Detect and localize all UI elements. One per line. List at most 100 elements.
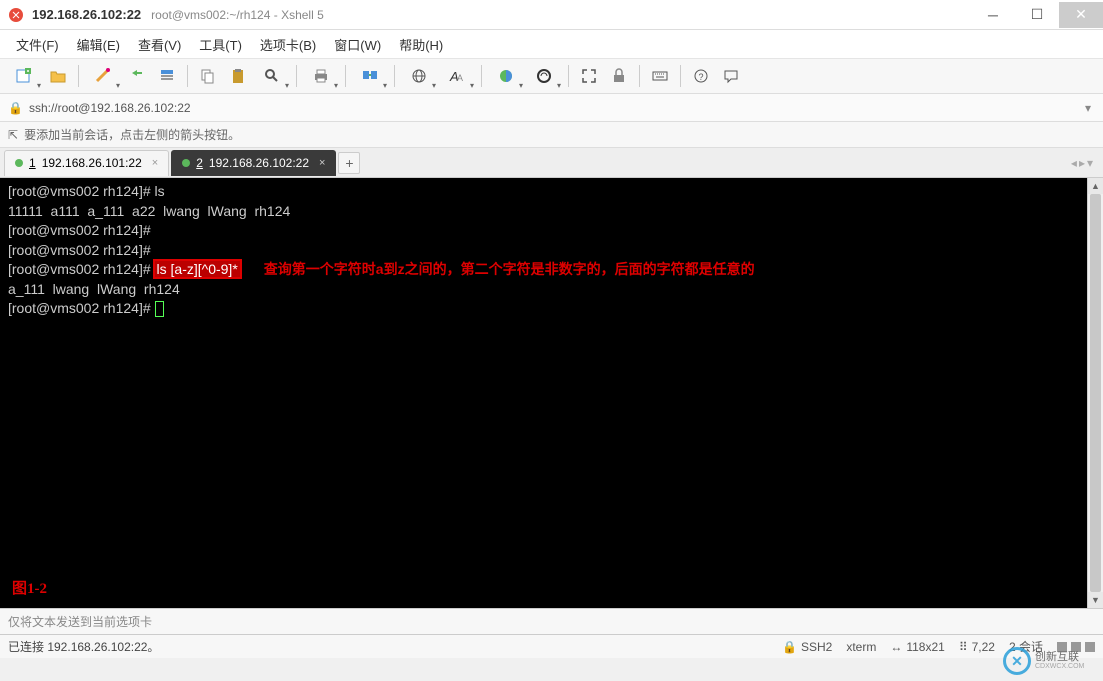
status-term: xterm bbox=[846, 640, 876, 654]
terminal-line: [root@vms002 rh124]# ls bbox=[8, 182, 1079, 202]
open-button[interactable] bbox=[44, 62, 72, 90]
maximize-button[interactable]: ☐ bbox=[1015, 2, 1059, 28]
addressbar: 🔒 ssh://root@192.168.26.102:22 ▾ bbox=[0, 94, 1103, 122]
lock-button[interactable] bbox=[605, 62, 633, 90]
close-button[interactable]: ✕ bbox=[1059, 2, 1103, 28]
tab-number: 2 bbox=[196, 156, 203, 170]
tabsbar: 1 192.168.26.101:22 × 2 192.168.26.102:2… bbox=[0, 148, 1103, 178]
svg-text:?: ? bbox=[699, 72, 704, 82]
add-session-arrow-icon[interactable]: ⇱ bbox=[8, 128, 18, 142]
scroll-down-icon[interactable]: ▼ bbox=[1088, 592, 1103, 608]
status-size: ↔118x21 bbox=[890, 640, 944, 654]
find-button[interactable] bbox=[254, 62, 290, 90]
tab-close-icon[interactable]: × bbox=[319, 157, 325, 169]
terminal-line: [root@vms002 rh124]# bbox=[8, 221, 1079, 241]
menu-help[interactable]: 帮助(H) bbox=[393, 32, 449, 57]
cursor-pos-icon: ⠿ bbox=[959, 640, 968, 654]
terminal-line: [root@vms002 rh124]# ls [a-z][^0-9]* 查询第一… bbox=[8, 260, 1079, 280]
menubar: 文件(F) 编辑(E) 查看(V) 工具(T) 选项卡(B) 窗口(W) 帮助(… bbox=[0, 30, 1103, 58]
session-tab-active[interactable]: 2 192.168.26.102:22 × bbox=[171, 150, 336, 176]
toolbar-separator bbox=[187, 65, 188, 87]
menu-window[interactable]: 窗口(W) bbox=[328, 32, 387, 57]
terminal-line: a_111 lwang lWang rh124 bbox=[8, 280, 1079, 300]
toolbar-separator bbox=[394, 65, 395, 87]
tab-label: 192.168.26.102:22 bbox=[209, 156, 309, 170]
help-button[interactable]: ? bbox=[687, 62, 715, 90]
annotation-text: 查询第一个字符时a到z之间的，第二个字符是非数字的，后面的字符都是任意的 bbox=[264, 261, 755, 277]
chat-button[interactable] bbox=[717, 62, 745, 90]
reconnect-button[interactable] bbox=[123, 62, 151, 90]
print-button[interactable] bbox=[303, 62, 339, 90]
status-cursor: ⠿7,22 bbox=[959, 640, 995, 654]
add-tab-button[interactable]: + bbox=[338, 152, 360, 174]
transfer-button[interactable] bbox=[352, 62, 388, 90]
watermark-text: 创新互联 CDXWCX.COM bbox=[1035, 651, 1084, 671]
hintbar: ⇱ 要添加当前会话，点击左侧的箭头按钮。 bbox=[0, 122, 1103, 148]
figure-label: 图1-2 bbox=[12, 577, 47, 598]
cursor-icon bbox=[155, 301, 164, 317]
lock-icon: 🔒 bbox=[782, 640, 797, 654]
toolbar-separator bbox=[481, 65, 482, 87]
svg-text:A: A bbox=[457, 73, 463, 83]
copy-button[interactable] bbox=[194, 62, 222, 90]
menu-view[interactable]: 查看(V) bbox=[132, 32, 187, 57]
address-field[interactable]: ssh://root@192.168.26.102:22 bbox=[29, 101, 1081, 115]
terminal-line: [root@vms002 rh124]# bbox=[8, 241, 1079, 261]
scroll-thumb[interactable] bbox=[1090, 194, 1101, 592]
resize-icon: ↔ bbox=[890, 640, 902, 654]
app-icon bbox=[8, 7, 24, 23]
minimize-button[interactable]: ─ bbox=[971, 2, 1015, 28]
window-title: 192.168.26.102:22 bbox=[32, 7, 141, 22]
terminal[interactable]: [root@vms002 rh124]# ls11111 a111 a_111 … bbox=[0, 178, 1087, 608]
tab-list-icon[interactable]: ▾ bbox=[1087, 156, 1093, 170]
scroll-track[interactable] bbox=[1088, 194, 1103, 592]
menu-file[interactable]: 文件(F) bbox=[10, 32, 65, 57]
terminal-prompt: [root@vms002 rh124]# bbox=[8, 300, 155, 316]
tab-label: 192.168.26.101:22 bbox=[42, 156, 142, 170]
compose-input[interactable]: 仅将文本发送到当前选项卡 bbox=[0, 608, 1103, 634]
script-button[interactable] bbox=[85, 62, 121, 90]
scroll-up-icon[interactable]: ▲ bbox=[1088, 178, 1103, 194]
properties-button[interactable] bbox=[153, 62, 181, 90]
session-tab[interactable]: 1 192.168.26.101:22 × bbox=[4, 150, 169, 176]
status-dot-icon bbox=[182, 159, 190, 167]
terminal-prompt: [root@vms002 rh124]# bbox=[8, 261, 155, 277]
window-controls: ─ ☐ ✕ bbox=[971, 2, 1103, 28]
keyboard-button[interactable] bbox=[646, 62, 674, 90]
status-connection: 已连接 192.168.26.102:22。 bbox=[8, 638, 768, 655]
status-ssh: 🔒SSH2 bbox=[782, 640, 832, 654]
toolbar-separator bbox=[568, 65, 569, 87]
toolbar-separator bbox=[296, 65, 297, 87]
status-dot-icon bbox=[15, 159, 23, 167]
terminal-line: 11111 a111 a_111 a22 lwang lWang rh124 bbox=[8, 202, 1079, 222]
watermark-logo-icon: ✕ bbox=[1003, 647, 1031, 675]
watermark: ✕ 创新互联 CDXWCX.COM bbox=[1003, 645, 1099, 677]
font-button[interactable]: AA bbox=[439, 62, 475, 90]
menu-tabs[interactable]: 选项卡(B) bbox=[254, 32, 322, 57]
tab-close-icon[interactable]: × bbox=[152, 157, 158, 169]
hint-text: 要添加当前会话，点击左侧的箭头按钮。 bbox=[24, 126, 240, 143]
tab-next-icon[interactable]: ▸ bbox=[1079, 156, 1085, 170]
paste-button[interactable] bbox=[224, 62, 252, 90]
globe-button[interactable] bbox=[401, 62, 437, 90]
scrollbar[interactable]: ▲ ▼ bbox=[1087, 178, 1103, 608]
highlighted-command: ls [a-z][^0-9]* bbox=[155, 261, 240, 277]
color-scheme-button[interactable] bbox=[488, 62, 524, 90]
terminal-line: [root@vms002 rh124]# bbox=[8, 299, 1079, 319]
menu-tools[interactable]: 工具(T) bbox=[193, 32, 248, 57]
terminal-area: [root@vms002 rh124]# ls11111 a111 a_111 … bbox=[0, 178, 1103, 608]
tab-prev-icon[interactable]: ◂ bbox=[1071, 156, 1077, 170]
toolbar-separator bbox=[345, 65, 346, 87]
fullscreen-button[interactable] bbox=[575, 62, 603, 90]
encoding-button[interactable] bbox=[526, 62, 562, 90]
toolbar: AA ? bbox=[0, 58, 1103, 94]
new-session-button[interactable] bbox=[6, 62, 42, 90]
titlebar: 192.168.26.102:22 root@vms002:~/rh124 - … bbox=[0, 0, 1103, 30]
toolbar-separator bbox=[78, 65, 79, 87]
toolbar-separator bbox=[680, 65, 681, 87]
window-subtitle: root@vms002:~/rh124 - Xshell 5 bbox=[151, 8, 324, 22]
menu-edit[interactable]: 编辑(E) bbox=[71, 32, 126, 57]
toolbar-separator bbox=[639, 65, 640, 87]
compose-placeholder: 仅将文本发送到当前选项卡 bbox=[8, 613, 152, 630]
address-dropdown-icon[interactable]: ▾ bbox=[1081, 101, 1095, 115]
